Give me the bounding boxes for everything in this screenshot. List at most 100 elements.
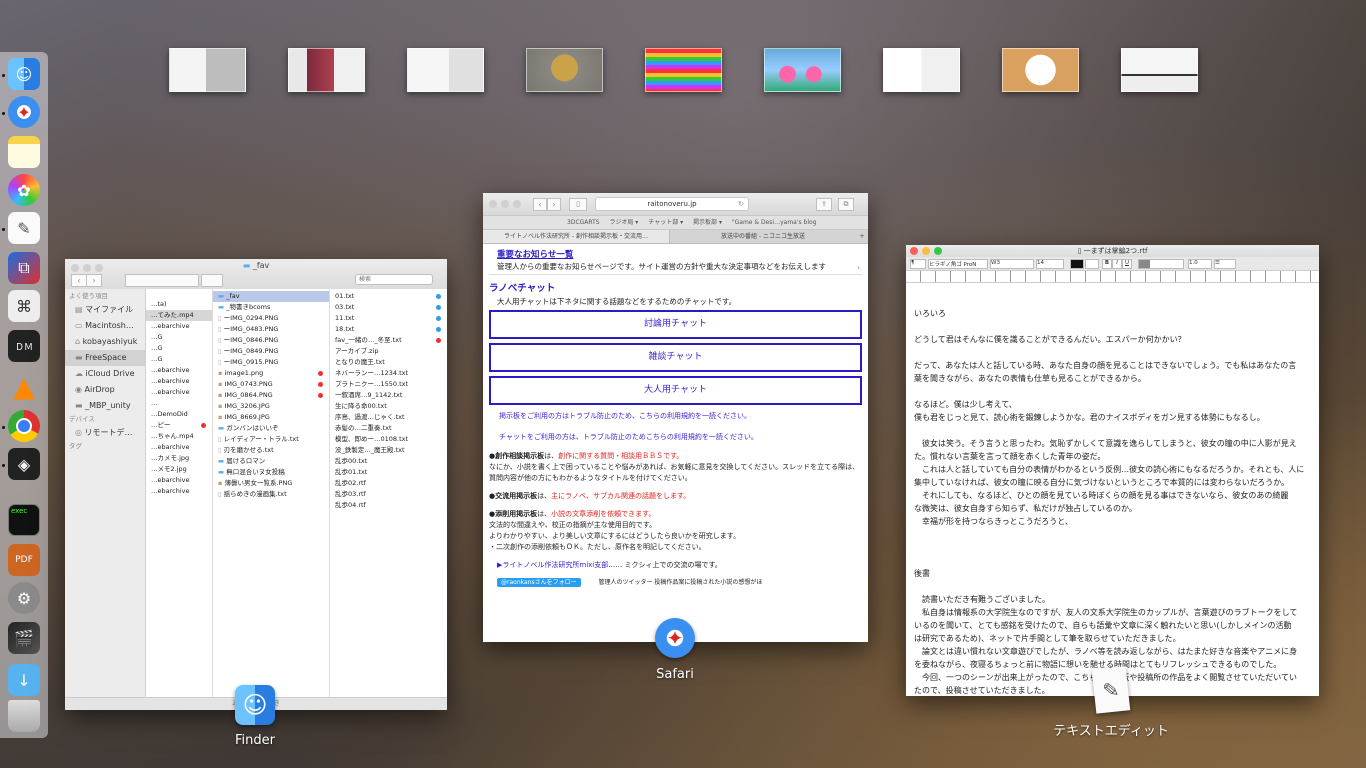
list-item[interactable]: ▯ ーIMG_0846.PNG — [213, 335, 329, 346]
document-body[interactable]: いろいろ ​ どうして君はそんなに僕を識ることができるんだい。エスパーか何かかい？ ​… — [906, 305, 1319, 696]
list-item[interactable]: 一叙酒席…9_1142.txt — [330, 390, 447, 401]
desktop-thumbnail-9[interactable] — [1121, 48, 1198, 92]
bookmark-item[interactable]: 3DCGARTS — [567, 219, 600, 226]
zoom-button[interactable] — [513, 200, 521, 208]
search-input[interactable] — [355, 274, 433, 285]
font-family-menu[interactable]: ヒラギノ角ゴ ProN — [928, 259, 988, 269]
unity-icon[interactable]: ◈ — [8, 448, 40, 480]
line-spacing-menu[interactable]: 1.0 — [1188, 259, 1212, 269]
adult-chat-button[interactable]: 大人用チャット — [489, 376, 862, 405]
bookmark-item[interactable]: チャット部 ▾ — [648, 219, 683, 226]
list-item[interactable]: …ちゃん.mp4 — [146, 431, 212, 442]
list-item[interactable]: 03.txt — [330, 302, 447, 313]
list-item[interactable]: ▯ ーIMG_0915.PNG — [213, 357, 329, 368]
list-item[interactable]: 没_鉄製定…_魔王殿.txt — [330, 445, 447, 456]
font-size-menu[interactable]: 14 — [1036, 259, 1064, 269]
desktop-thumbnail-4[interactable] — [526, 48, 603, 92]
list-item[interactable]: … — [146, 398, 212, 409]
minimize-button[interactable] — [501, 200, 509, 208]
list-item[interactable]: …ebarchive — [146, 442, 212, 453]
arrange-button[interactable] — [201, 274, 223, 287]
textedit-app-icon[interactable]: ✎ — [1091, 666, 1131, 714]
finder-window[interactable]: ‹ › ▬ _fav よく使う項目 ▤ マイファイル ▭ Macintosh… … — [65, 259, 447, 710]
sidebar-item-airdrop[interactable]: ◉ AirDrop — [65, 382, 145, 398]
bold-button[interactable]: B — [1102, 259, 1112, 269]
list-item[interactable]: ▬ _fav — [213, 291, 329, 302]
downloads-folder-icon[interactable]: ↓ — [8, 664, 40, 696]
list-item[interactable]: 11.txt — [330, 313, 447, 324]
notice-box[interactable]: 重要なお知らせ一覧 管理人からの重要なお知らせページです。サイト運営の方針や重大… — [489, 248, 862, 275]
reload-icon[interactable]: ↻ — [738, 198, 744, 210]
bookmark-item[interactable]: ラジオ局 ▾ — [610, 219, 639, 226]
scripteditor-icon[interactable]: ⌘ — [8, 290, 40, 322]
list-item[interactable]: 18.txt — [330, 324, 447, 335]
chat-rules-link[interactable]: チャットをご利用の方は、トラブル防止のためこちらの利用規約を一読ください。 — [483, 432, 868, 443]
underline-button[interactable]: U — [1122, 259, 1132, 269]
list-item[interactable]: ▬ 無口混合いヌ女投稿 — [213, 467, 329, 478]
list-item[interactable]: ▬ _物書きbcoms — [213, 302, 329, 313]
sidebar-item-macintosh[interactable]: ▭ Macintosh… — [65, 318, 145, 334]
list-item[interactable]: …ebarchive — [146, 387, 212, 398]
list-item[interactable]: …ピー — [146, 420, 212, 431]
desktop-thumbnail-2[interactable] — [288, 48, 365, 92]
photos-icon[interactable]: ✿ — [8, 174, 40, 206]
list-item[interactable]: ▪ IMG_0743.PNG — [213, 379, 329, 390]
casual-chat-button[interactable]: 雑談チャット — [489, 343, 862, 372]
safari-app-icon[interactable]: ✦ — [655, 618, 695, 658]
textedit-window[interactable]: ▯ 一まずは掌編2つ.rtf ¶ ヒラギノ角ゴ ProN W3 14 B I U… — [906, 245, 1319, 696]
list-menu[interactable]: ☰ — [1214, 259, 1236, 269]
sidebar-item-icloud[interactable]: ☁ iCloud Drive — [65, 366, 145, 382]
desktop-thumbnail-8[interactable] — [1002, 48, 1079, 92]
list-item[interactable]: 模型、即めー…0108.txt — [330, 434, 447, 445]
finder-icon[interactable]: ☺ — [8, 58, 40, 90]
ruler[interactable] — [906, 271, 1319, 283]
safari-window[interactable]: ‹ › ▯ raitonoveru.jp ↻ ⇪ ⧉ 3DCGARTS ラジオ局 … — [483, 193, 868, 642]
safari-icon[interactable]: ✦ — [8, 96, 40, 128]
mixi-link[interactable]: ▶ライトノベル作法研究所mixi支部 — [497, 561, 608, 569]
unity-tool-icon[interactable]: ＤＭ — [8, 330, 40, 362]
twitter-follow-button[interactable]: @raonkansさんをフォロー — [497, 578, 581, 587]
list-item[interactable]: ▬ ガンバンはいいぞ — [213, 423, 329, 434]
final-cut-icon[interactable]: 🎬 — [8, 622, 40, 654]
list-item[interactable]: ▪ image1.png — [213, 368, 329, 379]
bookmark-item[interactable]: 掲示板部 ▾ — [693, 219, 722, 226]
list-item[interactable]: 乱歩01.txt — [330, 467, 447, 478]
board-rules-link[interactable]: 掲示板をご利用の方はトラブル防止のため、こちらの利用規約を一読ください。 — [483, 411, 868, 422]
list-item[interactable]: ▯ ーIMG_0849.PNG — [213, 346, 329, 357]
paragraph-style-menu[interactable]: ¶ — [910, 259, 926, 269]
list-item[interactable]: fav_一緒の…_冬至.txt — [330, 335, 447, 346]
forward-button[interactable]: › — [86, 274, 102, 287]
align-buttons[interactable] — [1138, 259, 1184, 269]
close-button[interactable] — [489, 200, 497, 208]
list-item[interactable]: となりの魔王.txt — [330, 357, 447, 368]
sidebar-item-freespace[interactable]: ▬ FreeSpace — [65, 350, 145, 366]
list-item[interactable]: 乱歩04.rtf — [330, 500, 447, 511]
back-button[interactable]: ‹ — [71, 274, 87, 287]
list-item[interactable]: …メモ2.jpg — [146, 464, 212, 475]
desktop-thumbnail-1[interactable] — [169, 48, 246, 92]
list-item[interactable]: 序島、過渡…じゃく.txt — [330, 412, 447, 423]
system-preferences-icon[interactable]: ⚙ — [8, 582, 40, 614]
list-item[interactable]: 01.txt — [330, 291, 447, 302]
chrome-icon[interactable] — [8, 410, 40, 442]
textedit-icon[interactable]: ✎ — [8, 212, 40, 244]
list-item[interactable]: 赤髪の…二重奏.txt — [330, 423, 447, 434]
list-item[interactable]: ▪ IMG_8669.JPG — [213, 412, 329, 423]
list-item[interactable]: 乱歩02.rtf — [330, 478, 447, 489]
pdf-icon[interactable]: PDF — [8, 544, 40, 576]
board2-label[interactable]: ●交流用掲示板 — [489, 492, 537, 500]
list-item[interactable]: …G — [146, 343, 212, 354]
list-item[interactable]: 乱歩00.txt — [330, 456, 447, 467]
bookmark-item[interactable]: "Game & Desi…yama's blog — [732, 219, 817, 226]
list-item[interactable]: …ebarchive — [146, 486, 212, 497]
desktop-thumbnail-7[interactable] — [883, 48, 960, 92]
new-tab-button[interactable]: + — [856, 230, 868, 243]
sidebar-item-remote[interactable]: ◎ リモートデ… — [65, 425, 145, 441]
view-mode-selector[interactable] — [125, 274, 199, 287]
list-item[interactable]: …ta) — [146, 299, 212, 310]
board3-label[interactable]: ●添削用掲示板 — [489, 510, 537, 518]
debate-chat-button[interactable]: 討論用チャット — [489, 310, 862, 339]
address-bar[interactable]: raitonoveru.jp ↻ — [595, 197, 749, 211]
tab-active[interactable]: ライトノベル作法研究所 - 創作相談掲示板・交流用… — [483, 230, 670, 243]
board1-label[interactable]: ●創作相談掲示板 — [489, 452, 544, 460]
